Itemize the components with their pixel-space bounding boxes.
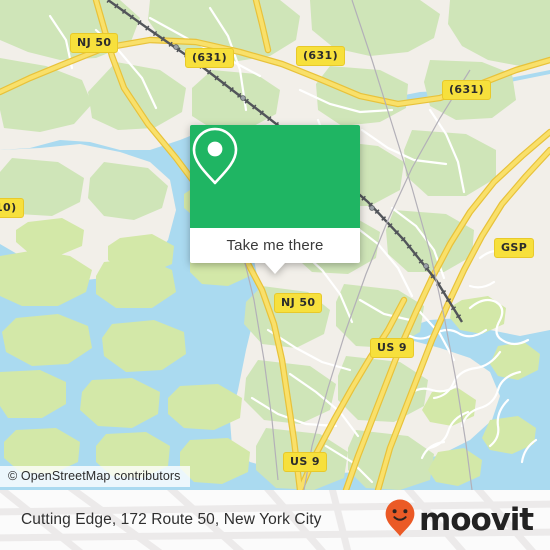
location-popup-card[interactable]: Take me there	[190, 125, 360, 274]
moovit-wordmark: moovit	[419, 501, 534, 538]
road-shield-631-center[interactable]: (631)	[185, 48, 235, 68]
location-pin-icon	[192, 127, 238, 185]
map-canvas[interactable]: NJ 50 (631) (631) (631) 10) GSP NJ 50 US…	[0, 0, 550, 490]
footer-bar: Cutting Edge, 172 Route 50, New York Cit…	[0, 490, 550, 550]
road-shield-us-9-mid[interactable]: US 9	[370, 338, 414, 358]
popup-pointer-tail	[265, 263, 285, 274]
road-shield-gsp[interactable]: GSP	[494, 238, 535, 258]
take-me-there-label: Take me there	[226, 237, 324, 254]
road-shield-631-east[interactable]: (631)	[442, 80, 492, 100]
road-shield-nj-50-south[interactable]: NJ 50	[274, 293, 323, 313]
road-shield-631-upper[interactable]: (631)	[296, 46, 346, 66]
place-title: Cutting Edge, 172 Route 50, New York Cit…	[21, 511, 322, 528]
popup-header	[190, 125, 360, 228]
map-screenshot: NJ 50 (631) (631) (631) 10) GSP NJ 50 US…	[0, 0, 550, 550]
moovit-smiling-pin-icon	[385, 499, 415, 542]
road-shield-us-9-bottom[interactable]: US 9	[283, 452, 327, 472]
osm-attribution[interactable]: © OpenStreetMap contributors	[0, 466, 190, 487]
take-me-there-button[interactable]: Take me there	[190, 228, 360, 263]
moovit-brand[interactable]: moovit	[385, 490, 534, 550]
road-shield-nj-50-north[interactable]: NJ 50	[70, 33, 119, 53]
road-shield-610-west-clipped[interactable]: 10)	[0, 198, 24, 218]
